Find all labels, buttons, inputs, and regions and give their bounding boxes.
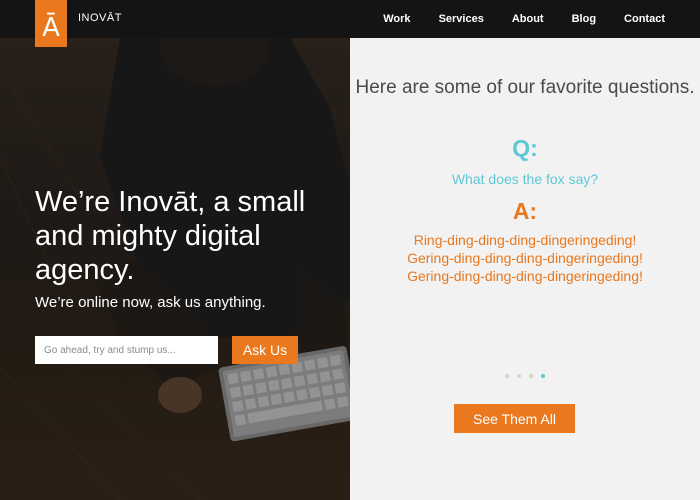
nav-links: Work Services About Blog Contact [355,0,665,38]
nav-link-work[interactable]: Work [383,13,410,25]
logo[interactable]: Ā [35,0,67,47]
ask-us-button[interactable]: Ask Us [232,336,298,364]
top-nav: Ā INOVĀT Work Services About Blog Contac… [0,0,700,47]
faq-title: Here are some of our favorite questions. [355,77,695,98]
answer-text: Ring-ding-ding-ding-dingeringeding! Geri… [407,232,643,284]
carousel-dot[interactable] [505,374,509,378]
nav-link-contact[interactable]: Contact [624,13,665,25]
carousel-dots [350,374,700,378]
hero-subtitle: We’re online now, ask us anything. [35,294,266,311]
brand-name[interactable]: INOVĀT [78,12,122,24]
nav-link-blog[interactable]: Blog [572,13,596,25]
see-them-all-button[interactable]: See Them All [454,404,575,433]
hero-title: We’re Inovāt, a small and mighty digital… [35,186,306,286]
faq-panel: Here are some of our favorite questions.… [350,38,700,500]
carousel-dot[interactable] [529,374,533,378]
question-label: Q: [512,135,538,161]
question-input[interactable] [35,336,218,364]
question-text: What does the fox say? [451,171,599,187]
carousel-dot[interactable] [541,374,545,378]
nav-link-about[interactable]: About [512,13,544,25]
answer-label: A: [512,198,538,224]
nav-link-services[interactable]: Services [439,13,484,25]
carousel-dot[interactable] [517,374,521,378]
hero-section: We’re Inovāt, a small and mighty digital… [0,38,350,500]
